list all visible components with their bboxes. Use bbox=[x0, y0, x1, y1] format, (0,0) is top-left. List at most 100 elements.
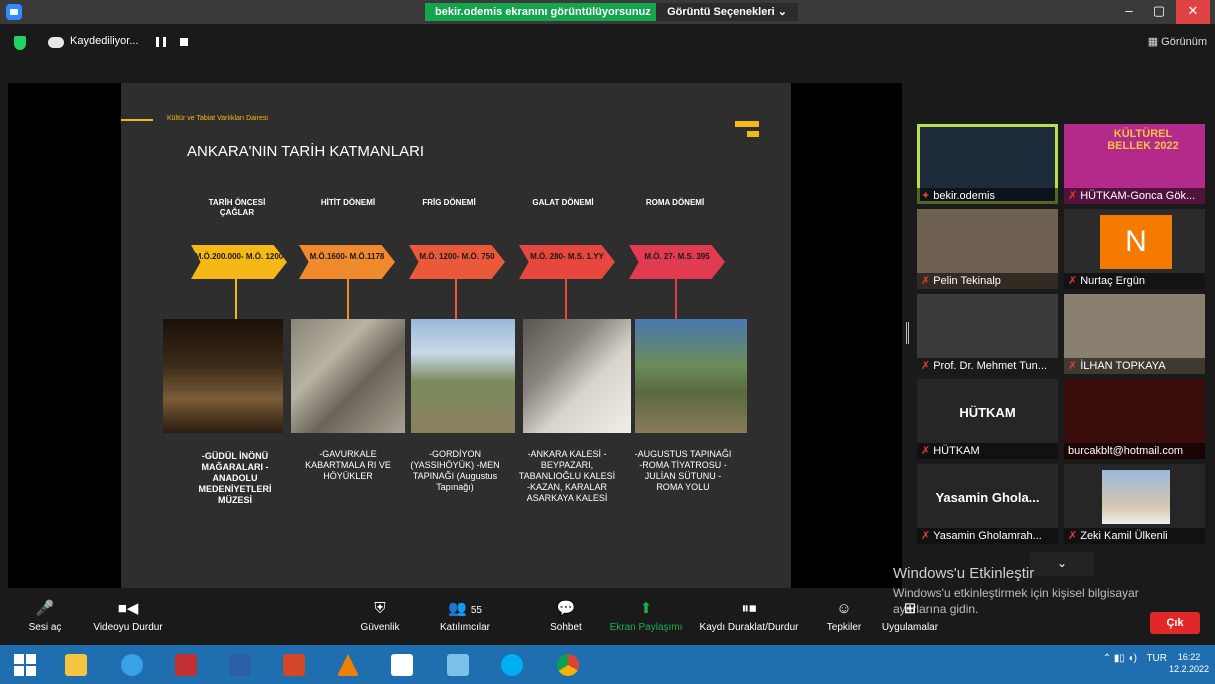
period-heading: HİTİT DÖNEMİ bbox=[320, 198, 376, 207]
pause-recording-icon[interactable] bbox=[156, 37, 166, 47]
mute-button[interactable]: 🎤 Sesi aç bbox=[28, 600, 62, 633]
participant-tile[interactable]: burcakblt@hotmail.com bbox=[1064, 379, 1205, 459]
mic-off-icon: 🎤 bbox=[35, 600, 55, 617]
apps-icon: ⊞ bbox=[903, 600, 917, 617]
tray-icons[interactable]: ⌃ ▮▯ ◖) bbox=[1103, 653, 1137, 664]
leave-button[interactable]: Çık bbox=[1150, 612, 1200, 634]
gallery-next-button[interactable]: ⌄ bbox=[1030, 552, 1094, 576]
timeline-connector bbox=[455, 279, 457, 319]
participant-name: burcakblt@hotmail.com bbox=[1064, 443, 1205, 459]
clock-date: 12.2.2022 bbox=[1168, 664, 1209, 674]
augustus-temple-photo bbox=[635, 319, 747, 433]
windows-start-icon[interactable] bbox=[14, 654, 36, 676]
share-label: Ekran Paylaşımı bbox=[609, 622, 683, 633]
record-control-button[interactable]: ⏸⏹ Kaydı Duraklat/Durdur bbox=[692, 600, 806, 633]
shield-icon[interactable] bbox=[14, 36, 26, 50]
period-sites: -GAVURKALE KABARTMALA RI VE HÖYÜKLER bbox=[305, 449, 391, 481]
period-heading: ROMA DÖNEMİ bbox=[645, 198, 705, 207]
recording-status: Kaydediliyor... bbox=[70, 35, 139, 47]
access-app-icon[interactable] bbox=[164, 649, 208, 681]
powerpoint-app-icon[interactable] bbox=[272, 649, 316, 681]
mic-muted-icon: ✗ bbox=[1068, 360, 1078, 372]
participant-tile[interactable]: ✗ Pelin Tekinalp bbox=[917, 209, 1058, 289]
participant-name: ✗ HÜTKAM-Gonca Gök... bbox=[1064, 188, 1205, 204]
participant-name: ✗ Yasamin Gholamrah... bbox=[917, 528, 1058, 544]
period-heading: FRİG DÖNEMİ bbox=[422, 198, 476, 207]
input-language[interactable]: TUR bbox=[1146, 653, 1167, 664]
period-arrow: M.Ö.1600- M.Ö.1178 bbox=[299, 245, 395, 279]
participant-name: ✦ bekir.odemis bbox=[917, 188, 1058, 204]
stop-recording-icon[interactable] bbox=[180, 38, 188, 46]
zoom-window: bekir.odemis ekranını görüntülüyorsunuz … bbox=[0, 0, 1215, 684]
video-button[interactable]: ■◀ Videoyu Durdur bbox=[88, 600, 168, 633]
slide-logo-part bbox=[747, 131, 759, 137]
participant-display-name: HÜTKAM bbox=[959, 405, 1016, 420]
participant-photo bbox=[1102, 470, 1170, 524]
security-label: Güvenlik bbox=[360, 622, 400, 633]
participant-name: ✗ Nurtaç Ergün bbox=[1064, 273, 1205, 289]
internet-explorer-icon[interactable] bbox=[110, 649, 154, 681]
view-button[interactable]: ▦ Görünüm bbox=[1148, 35, 1207, 48]
file-explorer-icon[interactable] bbox=[54, 649, 98, 681]
smiley-icon: ☺ bbox=[836, 600, 852, 617]
apps-button[interactable]: ⊞ Uygulamalar bbox=[872, 600, 948, 633]
participants-button[interactable]: 👥 55 Katılımcılar bbox=[430, 600, 500, 633]
participants-icon: 👥 55 bbox=[448, 600, 482, 617]
vlc-app-icon[interactable] bbox=[326, 649, 370, 681]
participant-tile[interactable]: ✗ Zeki Kamil Ülkenli bbox=[1064, 464, 1205, 544]
gordion-site-photo bbox=[411, 319, 515, 433]
reactions-button[interactable]: ☺ Tepkiler bbox=[820, 600, 868, 633]
participant-tile[interactable]: ✗ Prof. Dr. Mehmet Tun... bbox=[917, 294, 1058, 374]
period-sites: -AUGUSTUS TAPINAĞI -ROMA TİYATROSU -JULİ… bbox=[634, 449, 732, 492]
view-options-button[interactable]: Görüntü Seçenekleri ⌄ bbox=[656, 3, 798, 21]
participant-count: 55 bbox=[470, 605, 482, 616]
period-heading: GALAT DÖNEMİ bbox=[532, 198, 594, 207]
period-arrow: M.Ö.200.000- M.Ö. 1200 bbox=[191, 245, 287, 279]
participant-name: ✗ Pelin Tekinalp bbox=[917, 273, 1058, 289]
period-heading: TARİH ÖNCESİ ÇAĞLAR bbox=[208, 198, 266, 217]
security-button[interactable]: ⛨ Güvenlik bbox=[355, 600, 405, 633]
record-label: Kaydı Duraklat/Durdur bbox=[699, 622, 799, 633]
skype-app-icon[interactable] bbox=[490, 649, 534, 681]
participant-tile[interactable]: Yasamin Ghola... ✗ Yasamin Gholamrah... bbox=[917, 464, 1058, 544]
share-arrow-icon: ⬆ bbox=[639, 600, 653, 617]
chat-label: Sohbet bbox=[550, 622, 582, 633]
participant-name: ✗ İLHAN TOPKAYA bbox=[1064, 358, 1205, 374]
participant-name: ✗ Zeki Kamil Ülkenli bbox=[1064, 528, 1205, 544]
participant-display-name: Yasamin Ghola... bbox=[935, 490, 1040, 505]
participant-tile[interactable]: HÜTKAM ✗ HÜTKAM bbox=[917, 379, 1058, 459]
participant-tile[interactable]: ✗ İLHAN TOPKAYA bbox=[1064, 294, 1205, 374]
minimize-button[interactable]: – bbox=[1114, 0, 1144, 24]
avatar-initial: N bbox=[1100, 215, 1172, 269]
timeline-connector bbox=[565, 279, 567, 319]
video-label: Videoyu Durdur bbox=[93, 622, 163, 633]
screen-share-banner: bekir.odemis ekranını görüntülüyorsunuz bbox=[425, 3, 661, 21]
taskbar-clock[interactable]: 16:22 12.2.2022 bbox=[1169, 651, 1209, 675]
timeline-connector bbox=[675, 279, 677, 319]
slide-title: ANKARA'NIN TARİH KATMANLARI bbox=[187, 143, 425, 160]
chat-button[interactable]: 💬 Sohbet bbox=[544, 600, 588, 633]
participant-tile[interactable]: N ✗ Nurtaç Ergün bbox=[1064, 209, 1205, 289]
participant-tile[interactable]: ✦ bekir.odemis bbox=[917, 124, 1058, 204]
notes-app-icon[interactable] bbox=[436, 649, 480, 681]
pause-stop-icon: ⏸⏹ bbox=[741, 600, 757, 617]
participant-name: ✗ Prof. Dr. Mehmet Tun... bbox=[917, 358, 1058, 374]
period-sites: -GORDİYON (YASSIHÖYÜK) -MEN TAPINAĞI (Au… bbox=[410, 449, 500, 492]
chrome-app-icon[interactable] bbox=[546, 649, 590, 681]
word-app-icon[interactable] bbox=[218, 649, 262, 681]
share-screen-button[interactable]: ⬆ Ekran Paylaşımı bbox=[604, 600, 688, 633]
mic-muted-icon: ✗ bbox=[1068, 190, 1078, 202]
mic-muted-icon: ✗ bbox=[921, 360, 931, 372]
windows-taskbar: ⌃ ▮▯ ◖) TUR 16:22 12.2.2022 bbox=[0, 645, 1215, 684]
restore-button[interactable]: ▢ bbox=[1144, 0, 1174, 24]
document-app-icon[interactable] bbox=[380, 649, 424, 681]
timeline-connector bbox=[347, 279, 349, 319]
mute-label: Sesi aç bbox=[28, 622, 62, 633]
participant-tile[interactable]: KÜLTÜREL BELLEK 2022 ✗ HÜTKAM-Gonca Gök..… bbox=[1064, 124, 1205, 204]
mic-muted-icon: ✗ bbox=[921, 275, 931, 287]
close-button[interactable]: ✕ bbox=[1176, 0, 1210, 24]
mic-muted-icon: ✗ bbox=[1068, 275, 1078, 287]
period-sites: -ANKARA KALESİ -BEYPAZARI, TABANLIOĞLU K… bbox=[518, 449, 616, 503]
mic-muted-icon: ✗ bbox=[921, 530, 931, 542]
panel-resize-handle[interactable] bbox=[906, 322, 909, 344]
